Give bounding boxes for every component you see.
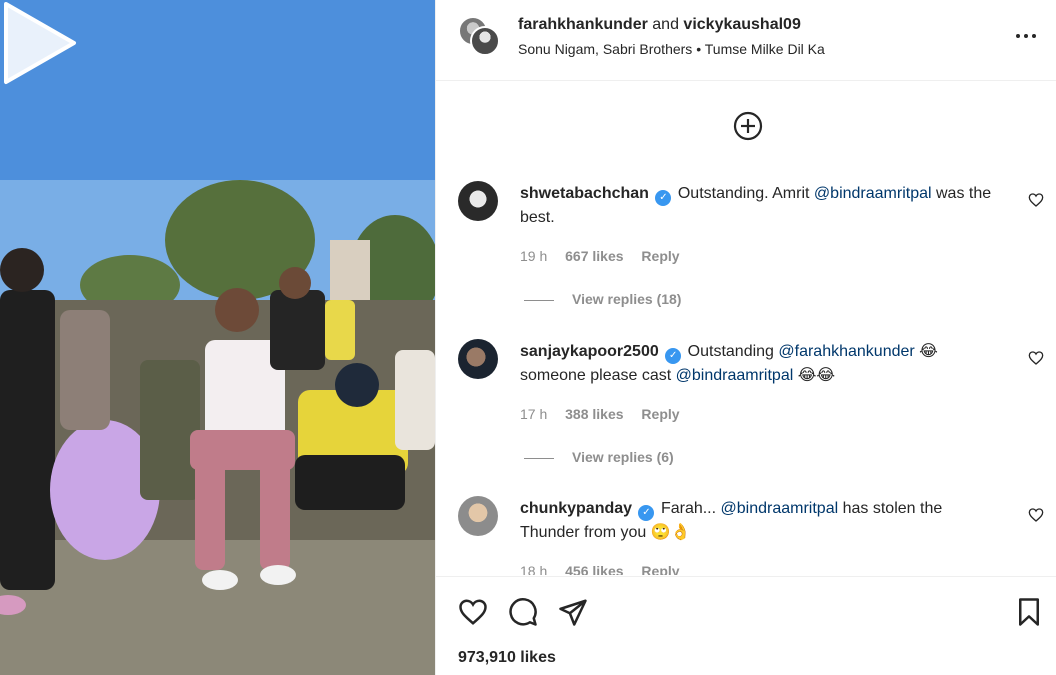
comment-mention[interactable]: @farahkhankunder — [778, 343, 914, 360]
comment-mention[interactable]: @bindraamritpal — [676, 367, 794, 384]
comment-body: Outstanding — [687, 343, 774, 360]
view-replies-button[interactable]: View replies (6) — [524, 449, 674, 465]
collab-avatars[interactable] — [458, 16, 502, 58]
comment-meta: 19 h 667 likes Reply — [520, 248, 694, 264]
audio-info: Sonu Nigam, Sabri Brothers • Tumse Milke… — [518, 41, 825, 57]
more-horizontal-icon[interactable] — [1014, 24, 1038, 48]
comment-time: 18 h — [520, 563, 548, 575]
audio-title[interactable]: Tumse Milke Dil Ka — [705, 41, 825, 57]
post-header: farahkhankunder and vickykaushal09 Sonu … — [436, 0, 1056, 81]
comment-username[interactable]: sanjaykapoor2500 — [520, 343, 659, 360]
divider — [524, 299, 554, 301]
comment-body: Farah... — [660, 500, 717, 517]
view-replies-label: View replies (18) — [572, 291, 682, 307]
play-icon[interactable] — [0, 0, 78, 86]
avatar[interactable] — [458, 339, 498, 379]
post-panel: farahkhankunder and vickykaushal09 Sonu … — [435, 0, 1056, 675]
post-likes-count[interactable]: 973,910 likes — [458, 649, 556, 667]
heart-icon[interactable] — [458, 597, 488, 627]
verified-badge-icon: ✓ — [638, 505, 655, 521]
comment-text: shwetabachchan ✓ Outstanding. Amrit @bin… — [520, 182, 1000, 229]
avatar[interactable] — [458, 496, 498, 536]
share-icon[interactable] — [558, 597, 588, 627]
comment-body: Outstanding. Amrit — [677, 185, 810, 202]
bookmark-icon[interactable] — [1014, 597, 1044, 627]
avatar[interactable] — [470, 26, 500, 56]
comment-username[interactable]: shwetabachchan — [520, 185, 649, 202]
comment-meta: 18 h 456 likes Reply — [520, 563, 694, 575]
comment-text: chunkypanday ✓ Farah... @bindraamritpal … — [520, 497, 1000, 544]
comment-icon[interactable] — [508, 597, 538, 627]
verified-badge-icon: ✓ — [665, 348, 682, 364]
heart-icon[interactable] — [1028, 350, 1044, 366]
post-actions: 973,910 likes — [436, 576, 1056, 675]
authors-joiner: and — [652, 16, 679, 33]
comments-list[interactable]: shwetabachchan ✓ Outstanding. Amrit @bin… — [436, 81, 1056, 575]
divider — [524, 457, 554, 459]
comment-mention[interactable]: @bindraamritpal — [814, 185, 932, 202]
reply-button[interactable]: Reply — [641, 406, 679, 422]
audio-separator: • — [696, 41, 702, 57]
comment-likes[interactable]: 667 likes — [565, 248, 623, 264]
comment-username[interactable]: chunkypanday — [520, 500, 632, 517]
comment-time: 17 h — [520, 406, 548, 422]
reply-button[interactable]: Reply — [641, 563, 679, 575]
author-username-secondary[interactable]: vickykaushal09 — [683, 16, 800, 33]
reply-button[interactable]: Reply — [641, 248, 679, 264]
comment-meta: 17 h 388 likes Reply — [520, 406, 694, 422]
author-username-primary[interactable]: farahkhankunder — [518, 16, 648, 33]
comment-mention[interactable]: @bindraamritpal — [721, 500, 839, 517]
comment-body: 😂😂 — [797, 367, 836, 384]
audio-artists[interactable]: Sonu Nigam, Sabri Brothers — [518, 41, 692, 57]
comment-likes[interactable]: 388 likes — [565, 406, 623, 422]
add-circle-icon[interactable] — [733, 111, 763, 141]
post-video[interactable] — [0, 0, 435, 675]
avatar[interactable] — [458, 181, 498, 221]
comment-time: 19 h — [520, 248, 548, 264]
verified-badge-icon: ✓ — [655, 190, 672, 206]
post-authors: farahkhankunder and vickykaushal09 — [518, 16, 801, 34]
heart-icon[interactable] — [1028, 192, 1044, 208]
heart-icon[interactable] — [1028, 507, 1044, 523]
comment-text: sanjaykapoor2500 ✓ Outstanding @farahkha… — [520, 340, 1000, 387]
view-replies-button[interactable]: View replies (18) — [524, 291, 681, 307]
comment-likes[interactable]: 456 likes — [565, 563, 623, 575]
view-replies-label: View replies (6) — [572, 449, 674, 465]
video-frame — [0, 0, 435, 675]
